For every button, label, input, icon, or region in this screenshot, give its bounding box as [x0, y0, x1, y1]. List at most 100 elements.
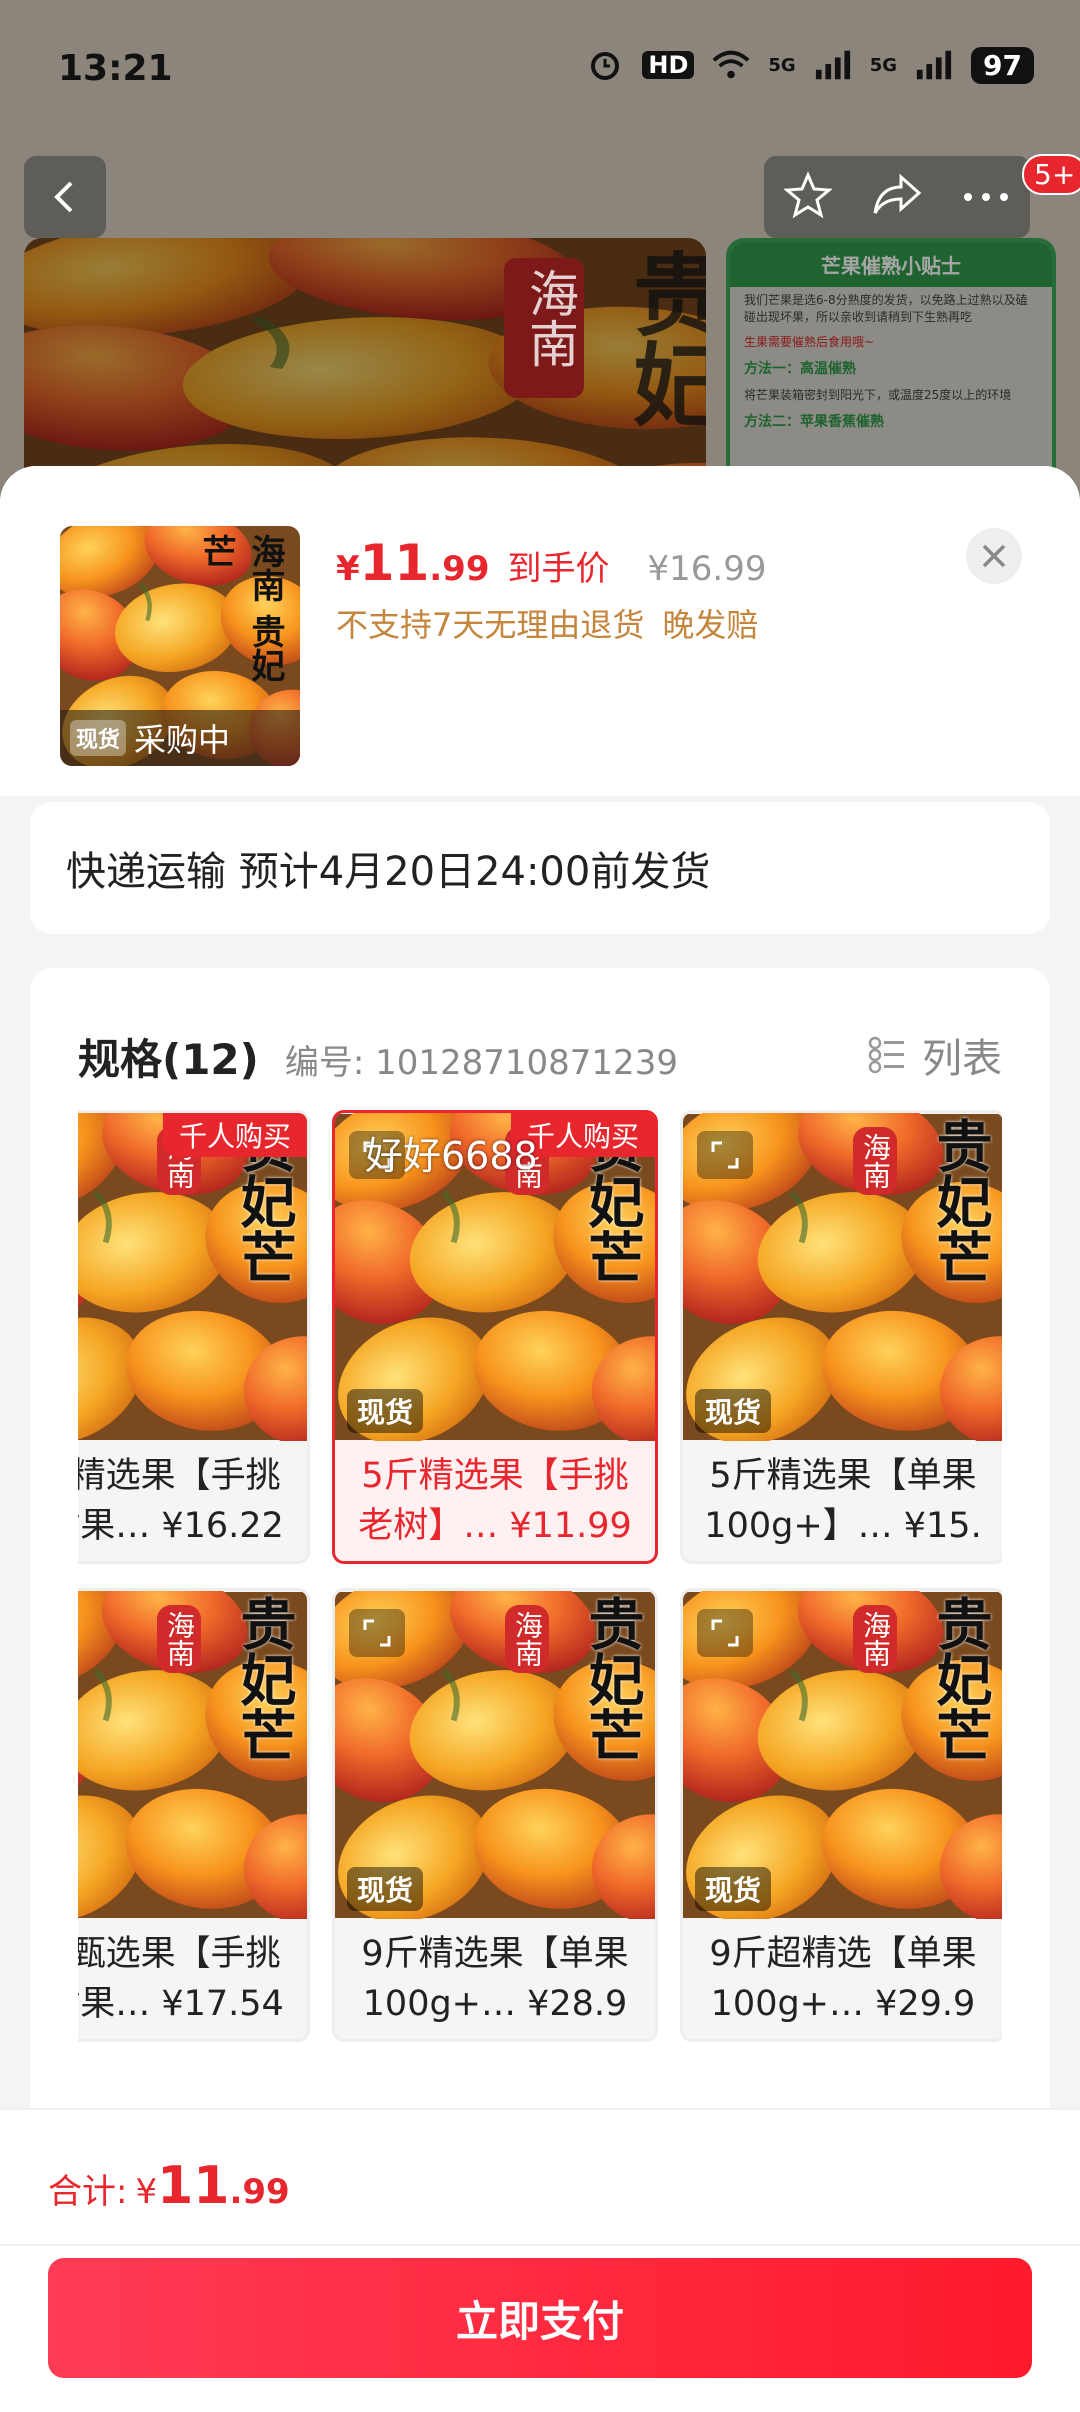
hd-label: HD: [642, 51, 695, 79]
spec-option-label: 5斤甄选果【手挑 老树果… ¥17.54: [78, 1929, 307, 2029]
spec-image-text-1: 海南: [853, 1127, 897, 1195]
spec-option-image: 海南 贵妃芒: [78, 1113, 307, 1441]
spec-option-line-1: 5斤精选果【手挑: [361, 1456, 629, 1496]
signal-icon: [814, 46, 852, 84]
tip-title: 芒果催熟小贴士: [730, 242, 1052, 287]
list-view-toggle[interactable]: 列表: [868, 1026, 1002, 1084]
spec-image-text-2: 贵妃芒: [927, 1595, 992, 1763]
network-label-1: 5G: [768, 54, 796, 76]
spec-option[interactable]: 海南 贵妃芒 千人购买 好好6688 现货 5斤精选果【手挑 老树】… ¥11.…: [332, 1110, 658, 1564]
spec-option-label: 9斤超精选【单果 100g+… ¥29.9: [683, 1929, 1002, 2029]
spec-option-line-2: 老树果… ¥16.22: [78, 1506, 284, 1546]
spec-image-text-1: 海南: [505, 1605, 549, 1673]
total-price: 合计: ¥ 11 .99: [48, 2156, 290, 2216]
pay-now-button[interactable]: 立即支付: [48, 2258, 1032, 2378]
battery-indicator: 97: [971, 46, 1034, 84]
spec-option-line-2: 老树】… ¥11.99: [358, 1506, 632, 1546]
tip-line-2: 生果需要催熟后食用哦~: [744, 335, 875, 349]
status-icons: HD 5G 5G 97: [586, 46, 1034, 84]
spec-option[interactable]: 海南 贵妃芒 现货 9斤超精选【单果 100g+… ¥29.9: [680, 1588, 1002, 2042]
spec-option-line-1: 5斤甄选果【手挑: [78, 1934, 281, 1974]
top-action-group: [764, 156, 1030, 238]
spec-option-image: 海南 贵妃芒: [78, 1591, 307, 1919]
shipping-info[interactable]: 快递运输 预计4月20日24:00前发货: [30, 802, 1050, 934]
spec-header: 规格(12) 编号: 10128710871239: [78, 1026, 678, 1087]
favorite-star-icon[interactable]: [782, 171, 833, 223]
spec-option-line-1: 9斤超精选【单果: [709, 1934, 977, 1974]
spec-option-label: 5斤精选果【手挑 老树果… ¥16.22: [78, 1451, 307, 1551]
share-icon[interactable]: [871, 171, 923, 223]
total-currency: ¥: [135, 2172, 158, 2212]
list-icon: [868, 1036, 904, 1074]
tip-method-1: 方法一：高温催熟: [744, 361, 856, 377]
in-stock-tag: 现货: [695, 1867, 772, 1911]
spec-option-line-2: 100g+… ¥29.9: [710, 1984, 976, 2024]
spec-option[interactable]: 海南 贵妃芒 现货 5斤甄选果【手挑 老树果… ¥17.54: [78, 1588, 310, 2042]
status-time: 13:21: [58, 48, 173, 89]
list-label: 列表: [922, 1036, 1002, 1082]
final-price-label: 到手价: [507, 549, 610, 589]
tip-method-1-desc: 将芒果装箱密封到阳光下，或温度25度以上的环境: [744, 388, 1012, 402]
background-page: 13:21 HD 5G 5G 97 5+ 海南 贵妃 芒果催熟小贴士 我们芒果是…: [0, 0, 1080, 538]
spec-image-text-2: 贵妃芒: [579, 1595, 644, 1763]
divider: [0, 2244, 1080, 2246]
image-overlay-text: 好好6688: [365, 1134, 538, 1178]
total-int: 11: [157, 2156, 230, 2216]
spec-option-line-2: 老树果… ¥17.54: [78, 1984, 284, 2024]
purchasing-status: 采购中: [134, 721, 231, 759]
expand-image-icon[interactable]: [697, 1609, 753, 1657]
spec-image-text-1: 海南: [853, 1605, 897, 1673]
late-ship-compensation: 晚发赔: [662, 606, 759, 644]
total-label: 合计:: [48, 2172, 128, 2212]
status-bar: 13:21 HD 5G 5G 97: [0, 0, 1080, 140]
in-stock-tag: 现货: [70, 720, 127, 756]
total-dec: .99: [229, 2172, 290, 2212]
spec-grid: 海南 贵妃芒 千人购买 现货 5斤精选果【手挑 老树果… ¥16.22 海南 贵…: [78, 1110, 1002, 2050]
in-stock-tag: 现货: [347, 1389, 424, 1433]
spec-option-line-2: 100g+】… ¥15.: [704, 1506, 982, 1546]
spec-option-line-1: 5斤精选果【手挑: [78, 1456, 281, 1496]
thumb-image-text: 海南 贵妃芒: [196, 534, 285, 682]
service-notices: 不支持7天无理由退货 晚发赔: [336, 600, 758, 646]
thumb-status-bar: 现货 采购中: [60, 710, 300, 766]
original-price: ¥16.99: [647, 549, 767, 589]
spec-option-label: 9斤精选果【单果 100g+… ¥28.9: [335, 1929, 655, 2029]
signal-icon-2: [915, 46, 953, 84]
hot-seller-tag: 千人购买: [162, 1113, 307, 1157]
spec-option-line-1: 9斤精选果【单果: [361, 1934, 629, 1974]
spec-option[interactable]: 海南 贵妃芒 千人购买 现货 5斤精选果【手挑 老树果… ¥16.22: [78, 1110, 310, 1564]
spec-option[interactable]: 海南 贵妃芒 现货 9斤精选果【单果 100g+… ¥28.9: [332, 1588, 658, 2042]
hero-text-guifei: 贵妃: [617, 248, 706, 428]
hero-text-hainan: 海南: [521, 268, 579, 368]
network-label-2: 5G: [869, 54, 898, 76]
in-stock-tag: 现货: [347, 1867, 424, 1911]
close-button[interactable]: [966, 528, 1022, 584]
back-button[interactable]: [24, 156, 106, 238]
checkout-footer: 合计: ¥ 11 .99 立即支付: [0, 2108, 1080, 2412]
spec-option-line-2: 100g+… ¥28.9: [362, 1984, 628, 2024]
product-code: 编号: 10128710871239: [284, 1043, 678, 1083]
expand-image-icon[interactable]: [697, 1131, 753, 1179]
expand-image-icon[interactable]: [349, 1609, 405, 1657]
spec-option-label: 5斤精选果【手挑 老树】… ¥11.99: [335, 1451, 655, 1551]
spec-image-text-2: 贵妃芒: [231, 1595, 296, 1763]
spec-option-label: 5斤精选果【单果 100g+】… ¥15.: [683, 1451, 1002, 1551]
spec-image-text-2: 贵妃芒: [927, 1117, 992, 1285]
spec-option-line-1: 5斤精选果【单果: [709, 1456, 977, 1496]
tip-method-2: 方法二：苹果香蕉催熟: [744, 414, 884, 430]
tip-line-1: 我们芒果是选6-8分熟度的发货，以免路上过熟以及磕碰出现坏果，所以亲收到请稍到下…: [744, 293, 1028, 324]
no-return-notice: 不支持7天无理由退货: [336, 606, 645, 644]
chevron-left-icon: [54, 181, 73, 213]
spec-image-text-1: 海南: [157, 1605, 201, 1673]
alarm-icon: [586, 46, 624, 84]
final-price: ¥11.99: [336, 534, 490, 592]
product-header: 海南 贵妃芒 现货 采购中 ¥11.99 到手价 ¥16.99 不支持7天无理由…: [0, 466, 1080, 796]
price-row: ¥11.99 到手价 ¥16.99: [336, 534, 766, 592]
spec-title: 规格(12): [78, 1035, 259, 1084]
shipping-text: 快递运输 预计4月20日24:00前发货: [66, 849, 711, 895]
notification-badge: 5+: [1022, 154, 1080, 195]
more-options-icon[interactable]: [962, 188, 1010, 207]
spec-option[interactable]: 海南 贵妃芒 现货 5斤精选果【单果 100g+】… ¥15.: [680, 1110, 1002, 1564]
product-thumbnail[interactable]: 海南 贵妃芒 现货 采购中: [60, 526, 300, 766]
in-stock-tag: 现货: [695, 1389, 772, 1433]
